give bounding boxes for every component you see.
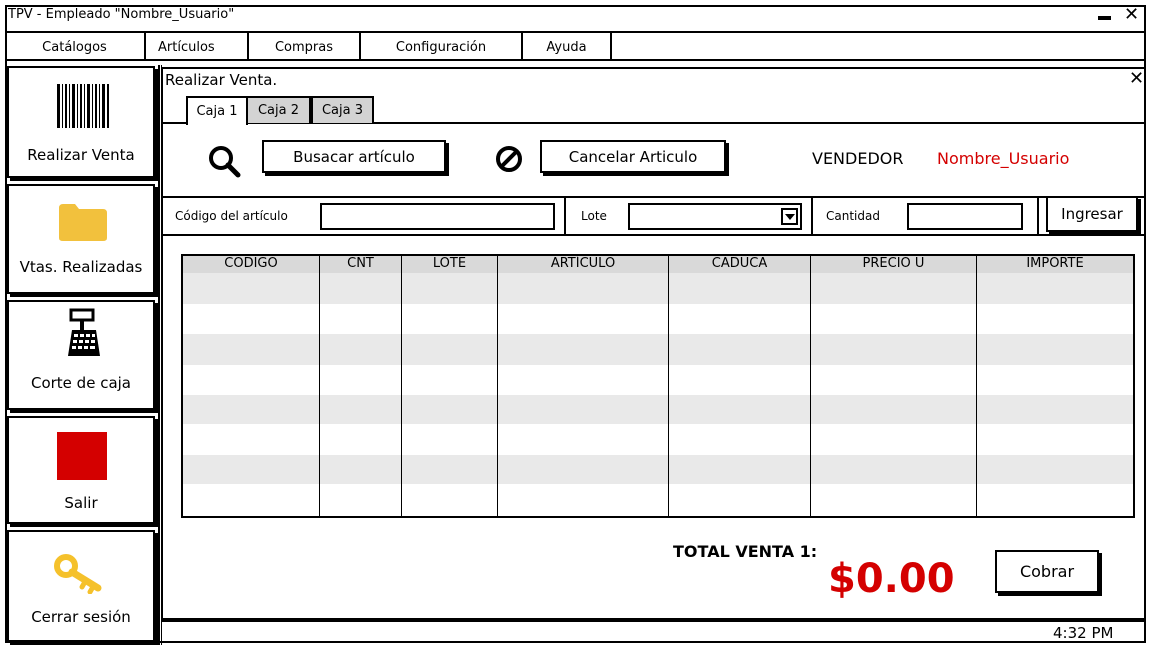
column-header-articulo[interactable]: ARTÍCULO	[498, 256, 668, 274]
stop-square-icon	[57, 432, 107, 480]
column-divider	[810, 256, 811, 516]
column-divider	[319, 256, 320, 516]
menu-label: Ayuda	[546, 39, 587, 55]
code-input[interactable]	[320, 203, 555, 230]
lot-label: Lote	[581, 209, 607, 223]
column-header-importe[interactable]: IMPORTE	[977, 256, 1133, 274]
close-panel-icon[interactable]: ✕	[1129, 68, 1144, 89]
status-clock: 4:32 PM	[1053, 624, 1114, 642]
panel-title: Realizar Venta.	[165, 71, 278, 89]
sidebar-item-label: Salir	[64, 494, 98, 512]
column-header-lote[interactable]: LOTE	[402, 256, 497, 274]
sidebar-item-corte-de-caja[interactable]: Corte de caja	[7, 300, 155, 410]
menu-label: Catálogos	[42, 39, 107, 55]
tab-label: Caja 3	[321, 103, 364, 118]
barcode-icon	[57, 84, 109, 128]
lot-select[interactable]	[628, 203, 802, 230]
code-label: Código del artículo	[175, 209, 288, 223]
menu-label: Artículos	[158, 39, 215, 55]
table-row[interactable]	[183, 334, 1133, 365]
menu-articulos[interactable]: Artículos	[146, 33, 249, 61]
menu-label: Configuración	[395, 39, 487, 55]
sidebar-item-label: Cerrar sesión	[31, 608, 131, 626]
button-label: Ingresar	[1061, 205, 1123, 223]
menu-catalogos[interactable]: Catálogos	[5, 33, 146, 61]
button-label: Busacar artículo	[293, 147, 415, 166]
window-title: TPV - Empleado "Nombre_Usuario"	[8, 7, 235, 22]
column-divider	[976, 256, 977, 516]
sidebar-item-cerrar-sesion[interactable]: Cerrar sesión	[7, 530, 155, 642]
column-header-caduca[interactable]: CADUCA	[669, 256, 810, 274]
dropdown-button[interactable]	[781, 208, 798, 225]
search-article-button[interactable]: Busacar artículo	[262, 140, 446, 173]
tab-label: Caja 2	[257, 103, 300, 118]
table-row[interactable]	[183, 455, 1133, 484]
tab-caja-3[interactable]: Caja 3	[311, 96, 374, 123]
search-icon[interactable]	[208, 145, 242, 179]
cancel-article-button[interactable]: Cancelar Articulo	[540, 140, 726, 173]
column-divider	[668, 256, 669, 516]
menu-label: Compras	[274, 39, 334, 55]
qty-label: Cantidad	[826, 209, 880, 223]
minimize-icon[interactable]	[1098, 16, 1111, 20]
button-label: Cancelar Articulo	[568, 147, 698, 166]
table-row[interactable]	[183, 395, 1133, 424]
column-divider	[401, 256, 402, 516]
chevron-down-icon	[785, 214, 795, 220]
menu-configuracion[interactable]: Configuración	[361, 33, 523, 61]
sidebar-item-label: Vtas. Realizadas	[19, 258, 143, 276]
sidebar-item-label: Corte de caja	[30, 374, 131, 392]
key-icon	[54, 554, 102, 594]
menu-compras[interactable]: Compras	[249, 33, 361, 61]
column-header-cnt[interactable]: CNT	[320, 256, 401, 274]
button-label: Cobrar	[1019, 562, 1075, 581]
total-value: $0.00	[828, 556, 955, 602]
ingresar-button[interactable]: Ingresar	[1046, 196, 1138, 232]
vendor-name: Nombre_Usuario	[937, 149, 1070, 168]
column-divider	[497, 256, 498, 516]
tab-caja-2[interactable]: Caja 2	[246, 96, 311, 123]
cancel-icon[interactable]	[495, 145, 525, 175]
folder-icon	[59, 204, 107, 241]
tab-label: Caja 1	[196, 104, 238, 119]
sidebar-item-realizar-venta[interactable]: Realizar Venta	[7, 66, 155, 178]
total-label: TOTAL VENTA 1:	[673, 542, 818, 561]
cash-register-icon	[68, 308, 100, 356]
column-header-precio-u[interactable]: PRECIO U	[811, 256, 976, 274]
status-bar	[161, 620, 1146, 644]
close-window-icon[interactable]: ✕	[1124, 4, 1139, 25]
menu-ayuda[interactable]: Ayuda	[523, 33, 612, 61]
cobrar-button[interactable]: Cobrar	[995, 550, 1099, 593]
vendor-label: VENDEDOR	[812, 149, 904, 168]
sidebar-item-salir[interactable]: Salir	[7, 416, 155, 524]
tab-caja-1[interactable]: Caja 1	[186, 96, 248, 125]
sidebar-item-label: Realizar Venta	[27, 146, 135, 164]
table-row[interactable]	[183, 273, 1133, 304]
sidebar-item-vtas-realizadas[interactable]: Vtas. Realizadas	[7, 184, 155, 294]
qty-input[interactable]	[907, 203, 1023, 230]
column-header-codigo[interactable]: CÓDIGO	[183, 256, 319, 274]
